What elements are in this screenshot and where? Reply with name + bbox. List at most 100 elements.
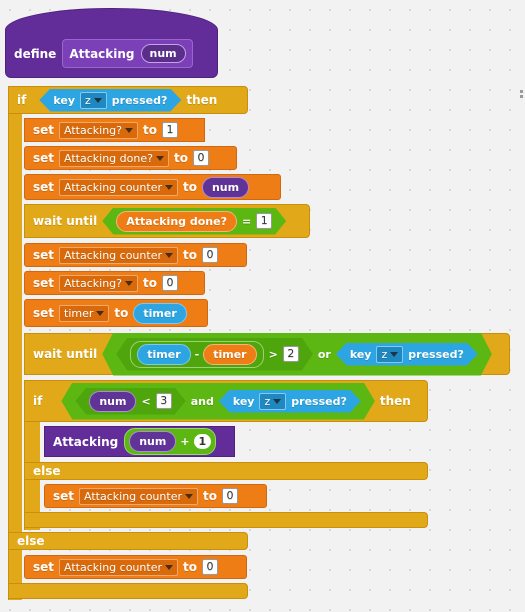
set-block-attacking-done[interactable]: set Attacking done? to 0 bbox=[24, 146, 237, 170]
num-reporter[interactable]: num bbox=[129, 431, 177, 452]
set-keyword: set bbox=[33, 276, 55, 290]
set-block-attacking[interactable]: set Attacking? to 1 bbox=[24, 118, 205, 142]
attacking-done-reporter[interactable]: Attacking done? bbox=[116, 211, 237, 232]
to-keyword: to bbox=[182, 560, 197, 574]
variable-dropdown-value: timer bbox=[64, 306, 94, 320]
custom-block-prototype[interactable]: Attacking num bbox=[62, 39, 193, 68]
dropdown-arrow-icon bbox=[273, 399, 281, 404]
inner-if-block[interactable]: if num < 3 and key z pressed? then bbox=[24, 380, 428, 422]
variable-dropdown-value: Attacking counter bbox=[64, 180, 162, 194]
or-boolean[interactable]: timer - timer > 2 or key z pressed? bbox=[102, 333, 492, 376]
value-input[interactable]: 0 bbox=[161, 275, 178, 291]
to-keyword: to bbox=[143, 276, 157, 290]
minus-operator: - bbox=[194, 347, 200, 361]
set-keyword: set bbox=[33, 123, 55, 137]
key-dropdown[interactable]: z bbox=[376, 346, 403, 363]
variable-dropdown[interactable]: timer bbox=[59, 304, 110, 322]
variable-dropdown[interactable]: Attacking? bbox=[59, 121, 138, 139]
inner-if-end-bar bbox=[24, 512, 428, 528]
value-input[interactable]: 0 bbox=[192, 150, 209, 166]
equals-boolean[interactable]: Attacking done? = 1 bbox=[102, 208, 286, 235]
variable-dropdown[interactable]: Attacking done? bbox=[59, 149, 169, 167]
dropdown-arrow-icon bbox=[94, 98, 102, 103]
key-pressed-boolean[interactable]: key z pressed? bbox=[219, 390, 361, 413]
plus-operator: + bbox=[180, 435, 190, 448]
timer-reporter[interactable]: timer bbox=[137, 344, 190, 365]
timer-reporter[interactable]: timer bbox=[133, 302, 187, 324]
scrollbar-handle[interactable] bbox=[518, 60, 525, 100]
set-block-attacking[interactable]: set Attacking? to 0 bbox=[24, 271, 205, 295]
variable-dropdown-value: Attacking? bbox=[64, 123, 122, 137]
less-than-boolean[interactable]: num < 3 bbox=[75, 388, 185, 415]
dropdown-arrow-icon bbox=[164, 564, 173, 570]
if-block-arm bbox=[8, 86, 22, 600]
if-keyword: if bbox=[33, 394, 43, 408]
set-keyword: set bbox=[33, 560, 55, 574]
key-dropdown[interactable]: z bbox=[259, 393, 286, 410]
wait-until-block[interactable]: wait until timer - timer > 2 or key z pr… bbox=[24, 333, 510, 375]
else-keyword: else bbox=[17, 534, 45, 548]
greater-than-boolean[interactable]: timer - timer > 2 bbox=[116, 338, 313, 371]
subtract-reporter[interactable]: timer - timer bbox=[130, 341, 263, 368]
set-block-attacking-counter[interactable]: set Attacking counter to 0 bbox=[44, 484, 267, 508]
value-input[interactable]: 0 bbox=[201, 559, 218, 575]
dropdown-arrow-icon bbox=[125, 127, 133, 133]
key-pressed-boolean[interactable]: key z pressed? bbox=[39, 89, 181, 112]
variable-dropdown[interactable]: Attacking counter bbox=[79, 487, 198, 505]
if-block[interactable]: if key z pressed? then bbox=[8, 86, 248, 114]
and-operator: and bbox=[190, 394, 214, 408]
variable-dropdown-value: Attacking done? bbox=[64, 151, 153, 165]
outer-else-bar: else bbox=[8, 532, 248, 550]
dropdown-arrow-icon bbox=[184, 493, 193, 499]
add-reporter[interactable]: num + 1 bbox=[124, 428, 217, 455]
define-hat-block[interactable]: define Attacking num bbox=[5, 8, 218, 78]
variable-dropdown[interactable]: Attacking? bbox=[59, 274, 138, 292]
dropdown-arrow-icon bbox=[125, 280, 133, 286]
or-operator: or bbox=[317, 347, 331, 361]
value-input[interactable]: 1 bbox=[161, 122, 178, 138]
custom-block-name: Attacking bbox=[69, 46, 135, 61]
param-num[interactable]: num bbox=[140, 44, 186, 63]
set-block-attacking-counter[interactable]: set Attacking counter to num bbox=[24, 174, 281, 200]
value-input[interactable]: 1 bbox=[193, 434, 212, 449]
variable-dropdown[interactable]: Attacking counter bbox=[59, 246, 178, 264]
value-input[interactable]: 0 bbox=[221, 488, 238, 504]
less-than-operator: < bbox=[141, 394, 151, 408]
variable-dropdown-value: Attacking? bbox=[64, 276, 122, 290]
num-reporter[interactable]: num bbox=[89, 391, 136, 412]
variable-dropdown[interactable]: Attacking counter bbox=[59, 558, 178, 576]
then-keyword: then bbox=[379, 394, 411, 408]
value-input[interactable]: 0 bbox=[201, 247, 218, 263]
to-keyword: to bbox=[143, 123, 157, 137]
variable-dropdown-value: Attacking counter bbox=[84, 489, 182, 503]
define-keyword: define bbox=[14, 46, 57, 61]
pressed-label: pressed? bbox=[111, 93, 168, 107]
num-reporter[interactable]: num bbox=[201, 176, 250, 198]
set-keyword: set bbox=[53, 489, 75, 503]
and-boolean[interactable]: num < 3 and key z pressed? bbox=[61, 383, 375, 420]
to-keyword: to bbox=[182, 248, 197, 262]
to-keyword: to bbox=[173, 151, 188, 165]
set-keyword: set bbox=[33, 306, 55, 320]
custom-block-name: Attacking bbox=[53, 434, 119, 449]
to-keyword: to bbox=[114, 306, 129, 320]
pressed-label: pressed? bbox=[408, 347, 464, 361]
inner-else-bar: else bbox=[24, 462, 428, 480]
value-input[interactable]: 2 bbox=[283, 346, 299, 362]
value-input[interactable]: 1 bbox=[256, 213, 272, 229]
timer-var-reporter[interactable]: timer bbox=[203, 344, 256, 365]
key-label: key bbox=[232, 394, 255, 408]
set-block-attacking-counter[interactable]: set Attacking counter to 0 bbox=[24, 555, 247, 579]
dropdown-arrow-icon bbox=[164, 184, 173, 190]
wait-until-block[interactable]: wait until Attacking done? = 1 bbox=[24, 204, 310, 238]
set-block-attacking-counter[interactable]: set Attacking counter to 0 bbox=[24, 243, 247, 267]
key-dropdown[interactable]: z bbox=[80, 92, 107, 109]
value-input[interactable]: 3 bbox=[156, 393, 172, 409]
wait-until-label: wait until bbox=[33, 214, 98, 228]
custom-block-call[interactable]: Attacking num + 1 bbox=[44, 426, 235, 457]
to-keyword: to bbox=[182, 180, 197, 194]
set-block-timer[interactable]: set timer to timer bbox=[24, 299, 208, 327]
key-pressed-boolean[interactable]: key z pressed? bbox=[336, 343, 478, 366]
variable-dropdown[interactable]: Attacking counter bbox=[59, 178, 178, 196]
outer-if-end-bar bbox=[8, 583, 248, 599]
